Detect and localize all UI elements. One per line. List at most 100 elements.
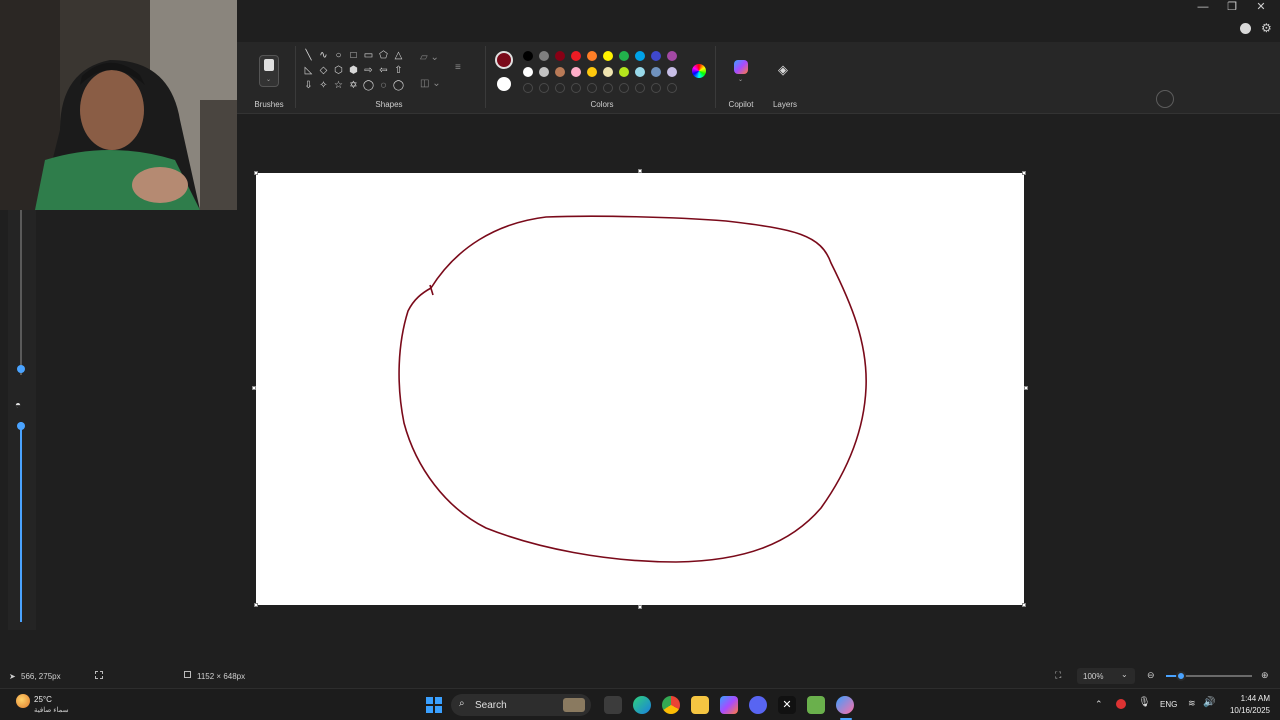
discord-icon[interactable] [749, 696, 767, 714]
zoom-slider-thumb[interactable] [1176, 671, 1187, 681]
custom-color-slot[interactable] [635, 83, 645, 93]
shape-option-icon[interactable]: ◯ [361, 78, 376, 93]
file-explorer-icon[interactable] [691, 696, 709, 714]
clock-time[interactable]: 1:44 AM [1226, 694, 1270, 703]
color-swatch[interactable] [587, 51, 597, 61]
language-indicator[interactable]: ENG [1160, 700, 1177, 709]
minecraft-icon[interactable] [807, 696, 825, 714]
color-swatch[interactable] [539, 51, 549, 61]
resize-handle[interactable] [254, 171, 258, 175]
shape-option-icon[interactable]: ◌ [376, 78, 391, 93]
size-slider-thumb[interactable] [17, 365, 25, 373]
color-swatch[interactable] [571, 51, 581, 61]
zoom-out-icon[interactable]: ⊖ [1147, 670, 1155, 681]
color-swatch[interactable] [635, 51, 645, 61]
copilot-taskbar-icon[interactable] [720, 696, 738, 714]
resize-handle[interactable] [638, 605, 642, 609]
resize-handle[interactable] [252, 386, 256, 390]
primary-color-swatch[interactable] [495, 51, 513, 69]
color-swatch[interactable] [539, 67, 549, 77]
color-swatch[interactable] [667, 67, 677, 77]
resize-handle[interactable] [1024, 386, 1028, 390]
custom-color-slot[interactable] [523, 83, 533, 93]
close-button[interactable]: ✕ [1246, 0, 1276, 14]
secondary-color-swatch[interactable] [497, 77, 511, 91]
shape-option-icon[interactable]: ◺ [301, 63, 316, 78]
color-swatch[interactable] [603, 51, 613, 61]
color-swatch[interactable] [619, 51, 629, 61]
color-swatch[interactable] [571, 67, 581, 77]
custom-color-slot[interactable] [587, 83, 597, 93]
task-view-icon[interactable] [604, 696, 622, 714]
shape-option-icon[interactable]: ∿ [316, 48, 331, 63]
shape-option-icon[interactable]: ⇩ [301, 78, 316, 93]
resize-handle[interactable] [1022, 603, 1026, 607]
chevron-up-icon[interactable]: ⌃ [1095, 699, 1103, 710]
custom-color-slot[interactable] [651, 83, 661, 93]
brushes-button[interactable]: ⌄ [259, 55, 279, 87]
color-swatch[interactable] [523, 67, 533, 77]
shape-option-icon[interactable]: ⇧ [391, 63, 406, 78]
color-swatch[interactable] [603, 67, 613, 77]
x-icon[interactable]: ✕ [778, 696, 796, 714]
shape-option-icon[interactable]: ⇨ [361, 63, 376, 78]
zoom-in-icon[interactable]: ⊕ [1261, 670, 1269, 681]
custom-color-slot[interactable] [571, 83, 581, 93]
volume-icon[interactable]: 🔊 [1203, 697, 1215, 708]
color-swatch[interactable] [651, 51, 661, 61]
color-swatch[interactable] [651, 67, 661, 77]
restore-button[interactable]: ❐ [1217, 0, 1247, 14]
shape-outline-icon[interactable]: ▱ ⌄ [420, 52, 439, 63]
shape-option-icon[interactable]: ✧ [316, 78, 331, 93]
edge-icon[interactable] [633, 696, 651, 714]
shape-option-icon[interactable]: □ [346, 48, 361, 63]
shape-option-icon[interactable]: ⇦ [376, 63, 391, 78]
chrome-icon[interactable] [662, 696, 680, 714]
size-slider-track[interactable] [20, 210, 22, 375]
shape-option-icon[interactable]: ◇ [316, 63, 331, 78]
custom-color-slot[interactable] [555, 83, 565, 93]
zoom-slider-track[interactable] [1166, 671, 1252, 681]
color-swatch[interactable] [523, 51, 533, 61]
custom-color-slot[interactable] [619, 83, 629, 93]
start-button[interactable] [426, 697, 442, 713]
account-icon[interactable] [1240, 23, 1251, 34]
minimize-button[interactable]: — [1188, 0, 1218, 14]
shape-option-icon[interactable]: ✡ [346, 78, 361, 93]
color-swatch[interactable] [667, 51, 677, 61]
taskbar-search[interactable]: ⌕ Search [451, 694, 591, 716]
layers-icon[interactable]: ◈ [778, 62, 788, 78]
drawing-canvas[interactable] [256, 173, 1024, 605]
settings-icon[interactable]: ⚙ [1261, 21, 1272, 35]
clock-date[interactable]: 10/16/2025 [1220, 706, 1270, 715]
opacity-slider-thumb[interactable] [17, 422, 25, 430]
shape-option-icon[interactable]: ☆ [331, 78, 346, 93]
color-swatch[interactable] [555, 67, 565, 77]
copilot-button[interactable] [734, 60, 748, 74]
shape-fill-icon[interactable]: ◫ ⌄ [420, 78, 441, 89]
shape-option-icon[interactable]: ▭ [361, 48, 376, 63]
custom-color-slot[interactable] [539, 83, 549, 93]
color-swatch[interactable] [619, 67, 629, 77]
custom-color-slot[interactable] [603, 83, 613, 93]
shape-size-icon[interactable]: ≡ [455, 62, 461, 73]
resize-handle[interactable] [638, 169, 642, 173]
edit-colors-icon[interactable] [692, 64, 706, 78]
resize-handle[interactable] [254, 603, 258, 607]
color-swatch[interactable] [555, 51, 565, 61]
shape-option-icon[interactable]: ⬡ [331, 63, 346, 78]
shape-option-icon[interactable]: ╲ [301, 48, 316, 63]
shape-option-icon[interactable]: ○ [331, 48, 346, 63]
custom-color-slot[interactable] [667, 83, 677, 93]
zoom-dropdown[interactable]: 100% ⌄ [1077, 668, 1135, 684]
wifi-icon[interactable]: ≋ [1188, 698, 1196, 709]
shape-option-icon[interactable]: ⬢ [346, 63, 361, 78]
opacity-slider-track[interactable] [20, 422, 22, 622]
resize-handle[interactable] [1022, 171, 1026, 175]
shape-option-icon[interactable]: ⬠ [376, 48, 391, 63]
shape-option-icon[interactable]: △ [391, 48, 406, 63]
paint-taskbar-icon[interactable] [836, 696, 854, 714]
fit-to-window-icon[interactable]: ⛶ [1055, 670, 1061, 681]
color-swatch[interactable] [587, 67, 597, 77]
weather-icon[interactable] [16, 694, 30, 708]
